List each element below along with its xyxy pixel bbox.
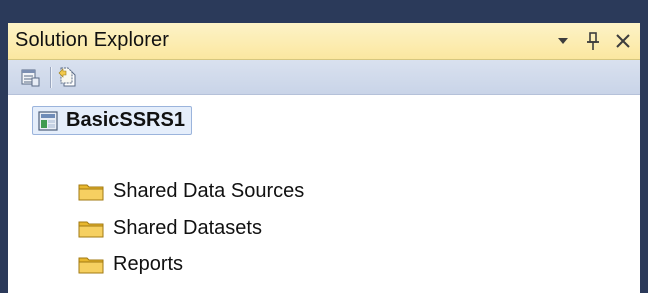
tree-item-label: Shared Datasets bbox=[113, 216, 262, 239]
panel-title: Solution Explorer bbox=[15, 29, 170, 51]
tree-item-shared-datasets[interactable]: Shared Datasets bbox=[78, 215, 262, 241]
solution-explorer-panel: Solution Explorer BasicSSRS1 Shared Data… bbox=[8, 23, 640, 293]
properties-icon bbox=[21, 69, 40, 87]
toolbar-separator bbox=[50, 67, 51, 88]
panel-toolbar bbox=[8, 60, 640, 95]
panel-title-controls bbox=[554, 27, 632, 55]
project-name: BasicSSRS1 bbox=[66, 109, 185, 131]
project-icon bbox=[38, 110, 58, 131]
tree-root-project[interactable]: BasicSSRS1 bbox=[32, 106, 192, 135]
pin-icon[interactable] bbox=[584, 31, 602, 51]
folder-icon bbox=[78, 184, 104, 201]
solution-tree: BasicSSRS1 Shared Data Sources Shared Da… bbox=[8, 95, 640, 293]
tree-item-reports[interactable]: Reports bbox=[78, 251, 183, 277]
show-all-files-icon bbox=[58, 67, 76, 87]
dropdown-arrow-icon[interactable] bbox=[554, 31, 572, 51]
close-icon[interactable] bbox=[614, 31, 632, 51]
panel-title-bar[interactable]: Solution Explorer bbox=[8, 23, 640, 60]
tree-item-shared-data-sources[interactable]: Shared Data Sources bbox=[78, 178, 304, 204]
properties-button[interactable] bbox=[19, 66, 41, 88]
tree-item-label: Reports bbox=[113, 252, 184, 275]
folder-icon bbox=[78, 257, 104, 274]
show-all-files-button[interactable] bbox=[56, 66, 78, 88]
tree-item-label: Shared Data Sources bbox=[113, 179, 305, 202]
folder-icon bbox=[78, 221, 104, 238]
